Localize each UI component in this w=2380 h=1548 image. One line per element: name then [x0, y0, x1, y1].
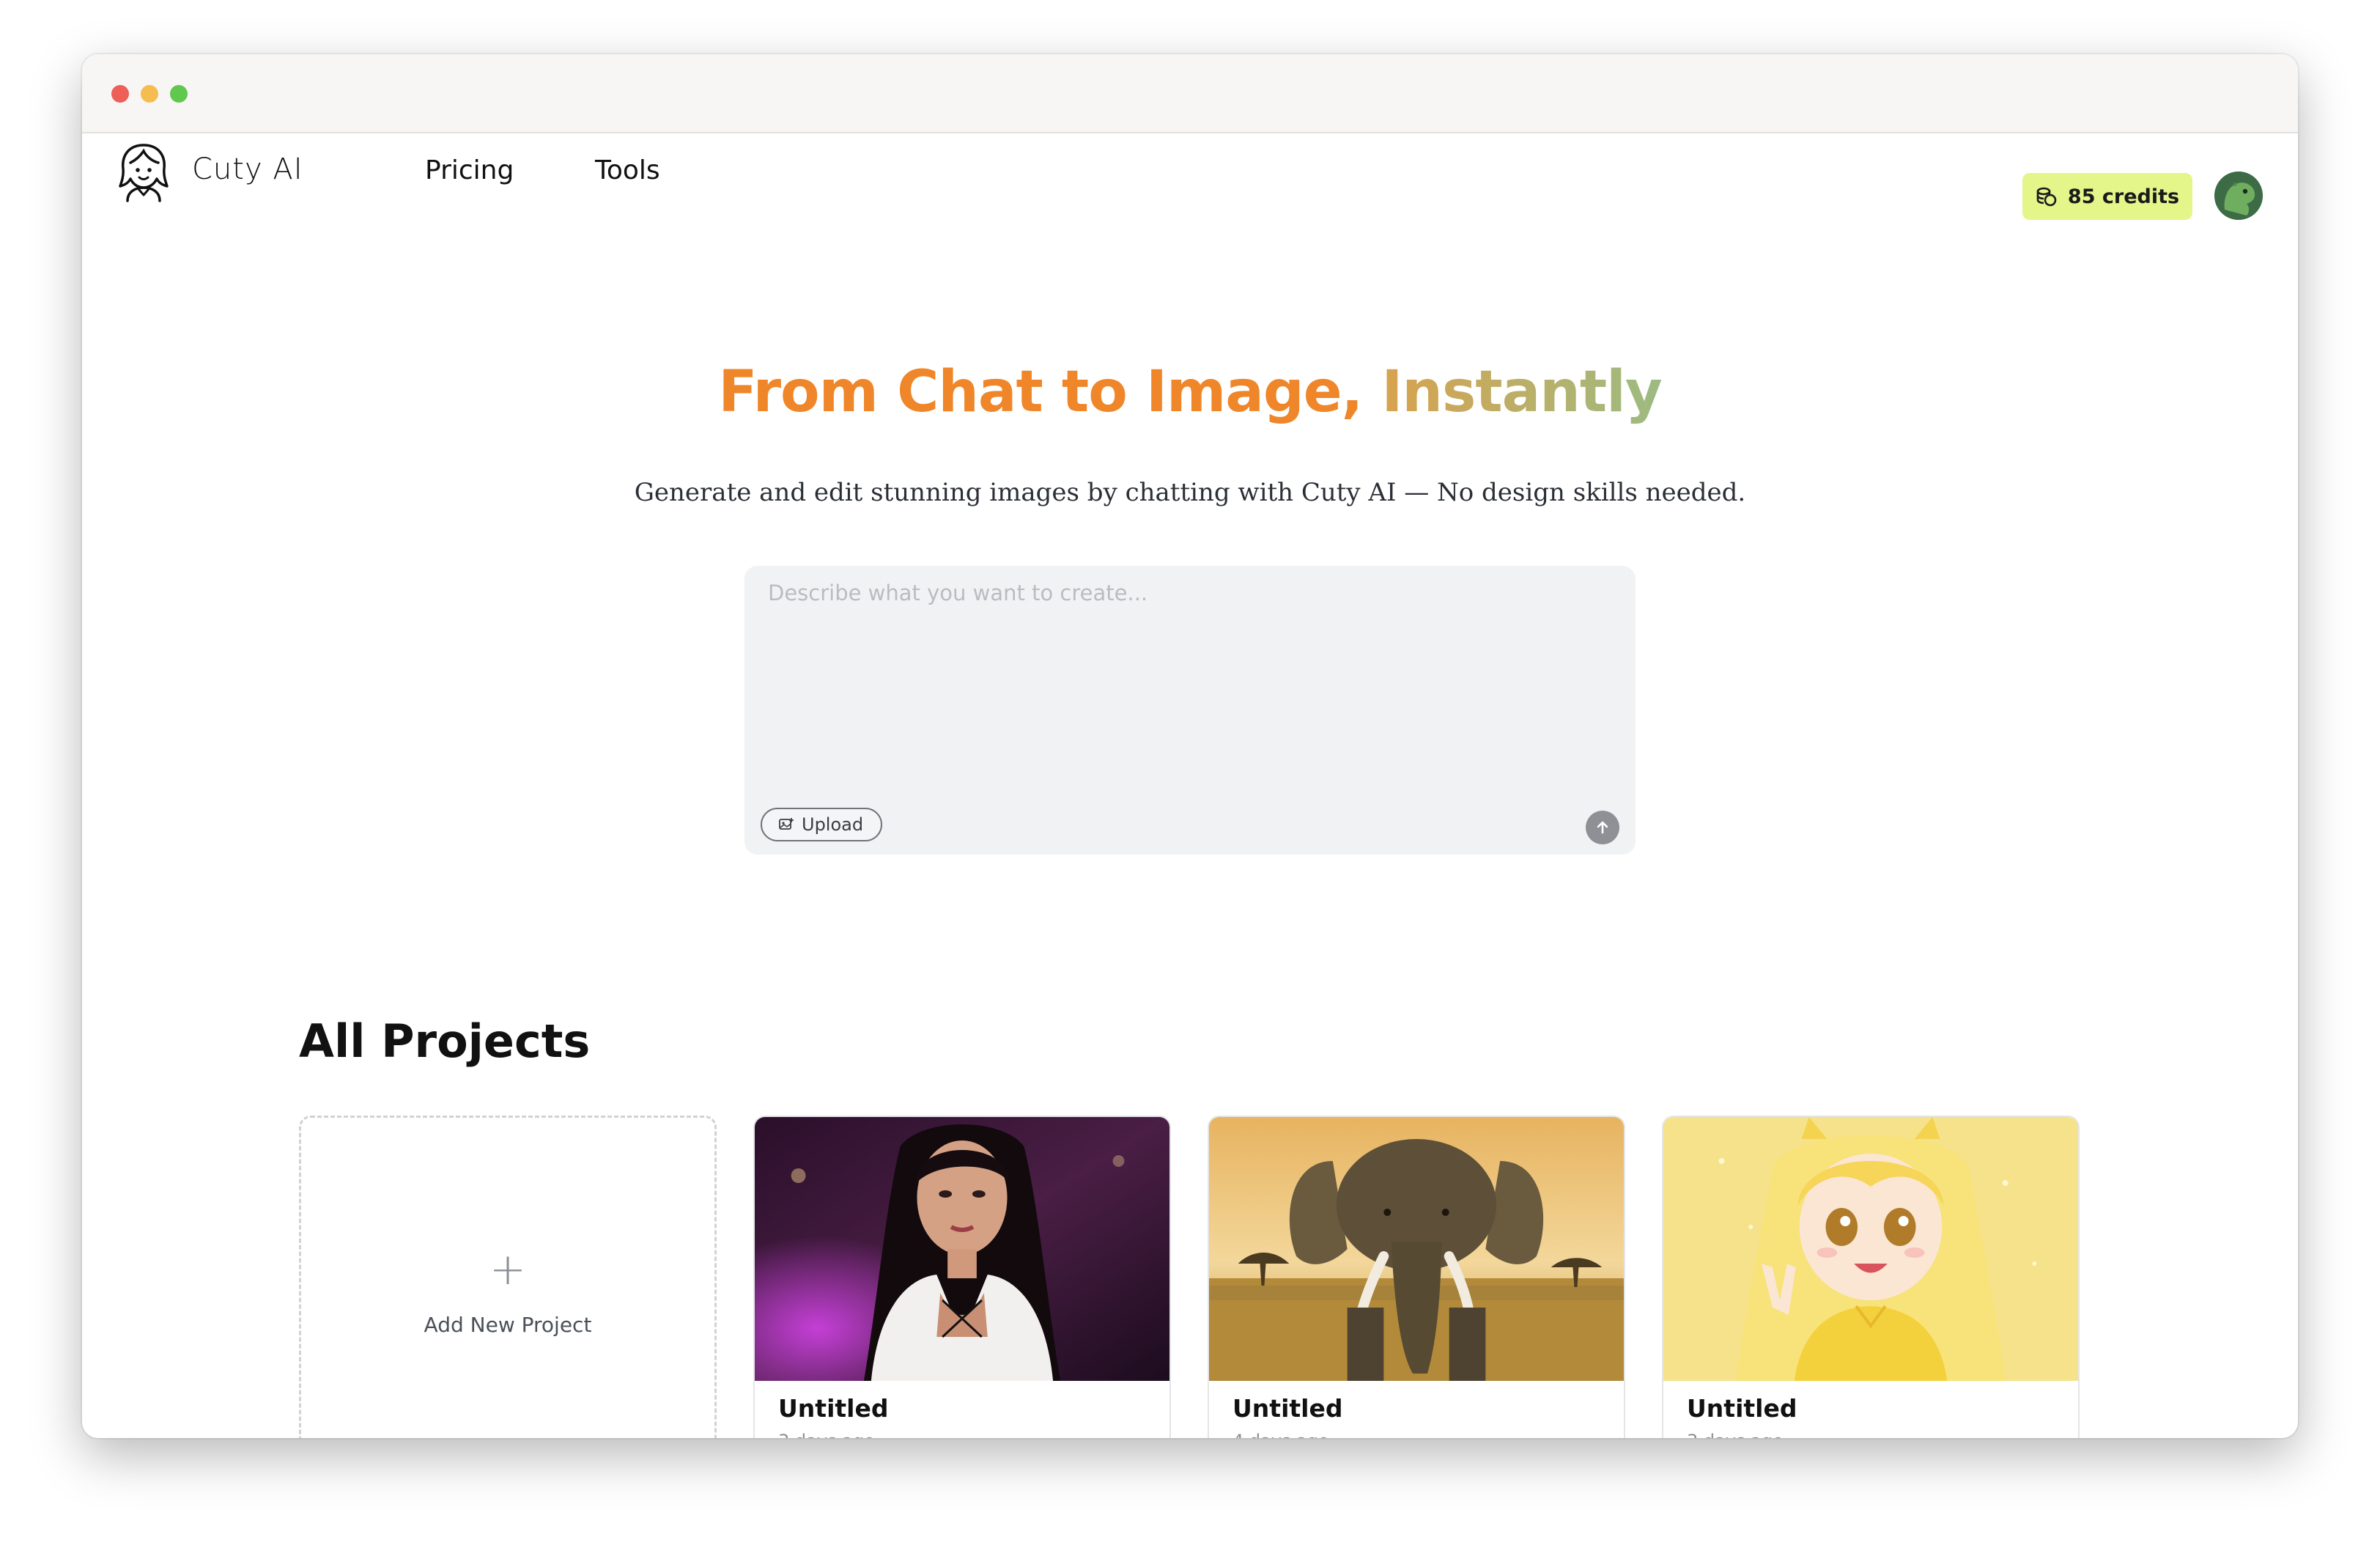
prompt-input[interactable] [766, 579, 1612, 795]
project-title: Untitled [1232, 1394, 1343, 1423]
coins-icon [2036, 187, 2057, 207]
add-new-project-card[interactable]: + Add New Project [299, 1116, 717, 1438]
upload-label: Upload [802, 814, 864, 835]
project-card[interactable]: Untitled 4 days ago [1208, 1116, 1625, 1438]
project-title: Untitled [1687, 1394, 1797, 1423]
cuty-logo-icon[interactable] [114, 141, 173, 202]
project-timestamp: 3 days ago [778, 1431, 875, 1438]
image-upload-icon [779, 818, 794, 830]
all-projects-heading: All Projects [299, 1014, 591, 1068]
hero-title-accent: Instantly [1381, 359, 1662, 425]
maximize-window-button[interactable] [170, 85, 188, 103]
plus-icon: + [489, 1244, 527, 1295]
hero-title: From Chat to Image, Instantly [82, 359, 2298, 425]
elephant-savanna-image [1209, 1117, 1624, 1381]
top-navigation [82, 133, 2298, 243]
nav-link-pricing[interactable]: Pricing [425, 155, 514, 185]
browser-window: Cuty AI Pricing Tools 85 credits From Ch… [82, 54, 2298, 1438]
close-window-button[interactable] [111, 85, 129, 103]
window-titlebar [82, 54, 2298, 133]
credits-label: 85 credits [2067, 185, 2180, 208]
send-button[interactable] [1586, 811, 1619, 844]
nav-link-tools[interactable]: Tools [595, 155, 660, 185]
arrow-up-icon [1597, 821, 1608, 834]
upload-button[interactable]: Upload [761, 808, 883, 841]
project-card[interactable]: Untitled 3 days ago [1662, 1116, 2080, 1438]
prompt-composer: Upload [744, 566, 1636, 855]
credits-badge[interactable]: 85 credits [2022, 173, 2192, 220]
project-timestamp: 3 days ago [1687, 1431, 1784, 1438]
brand-name[interactable]: Cuty AI [192, 152, 303, 186]
anime-girl-image [1663, 1117, 2078, 1381]
user-avatar[interactable] [2214, 172, 2263, 220]
add-new-project-label: Add New Project [424, 1313, 592, 1337]
project-title: Untitled [778, 1394, 889, 1423]
minimize-window-button[interactable] [141, 85, 158, 103]
woman-portrait-image [755, 1117, 1169, 1381]
hero-subtitle: Generate and edit stunning images by cha… [634, 478, 1746, 507]
hero-title-primary: From Chat to Image, [718, 359, 1363, 425]
project-card[interactable]: Untitled 3 days ago [753, 1116, 1171, 1438]
project-timestamp: 4 days ago [1232, 1431, 1329, 1438]
